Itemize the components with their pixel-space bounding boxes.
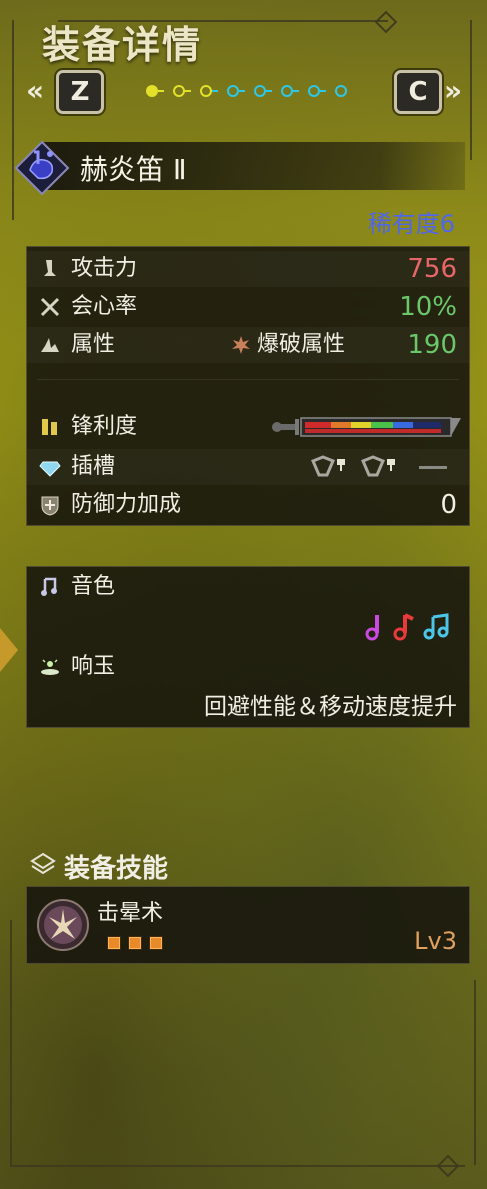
gem-icon <box>39 461 61 477</box>
stat-row-element: 属性 爆破属性 190 <box>27 327 469 363</box>
shield-icon <box>41 496 59 516</box>
skill-pip-2 <box>128 936 142 950</box>
decoration-slot-2-icon <box>361 455 395 477</box>
skill-pips <box>107 935 170 950</box>
sharpness-label: 锋利度 <box>71 414 138 439</box>
skill-pip-3 <box>149 936 163 950</box>
page-dot-2[interactable] <box>173 85 185 97</box>
sharpness-icon <box>42 419 57 435</box>
affinity-label: 会心率 <box>71 294 138 319</box>
weapon-name: 赫炎笛 Ⅱ <box>80 153 187 186</box>
skills-section-label: 装备技能 <box>64 854 169 884</box>
skills-icon <box>30 852 56 875</box>
element-icon <box>41 338 59 352</box>
page-dot-8[interactable] <box>335 85 347 97</box>
frame-line-right <box>470 20 472 160</box>
attack-value: 756 <box>407 254 457 284</box>
melody-row: 音色 <box>27 569 469 605</box>
prev-key-button[interactable]: Z <box>56 70 104 114</box>
note-cyan-icon <box>423 613 449 640</box>
frame-line-right-lower <box>474 980 476 1165</box>
frame-line-left-lower <box>10 920 12 1165</box>
stat-row-slots: 插槽 <box>27 449 469 485</box>
next-key-button[interactable]: C <box>394 70 442 114</box>
frame-corner-ornament <box>374 10 398 34</box>
page-dot-7[interactable] <box>308 85 320 97</box>
skill-name: 击晕术 <box>97 901 164 926</box>
frame-line-bottom <box>10 1165 465 1167</box>
echo-label: 响玉 <box>71 654 116 679</box>
element-value: 190 <box>407 330 457 360</box>
melody-notes <box>357 611 457 645</box>
stat-row-sharpness: 锋利度 <box>27 409 469 445</box>
note-red-icon <box>393 613 414 641</box>
defense-value: 0 <box>440 490 457 520</box>
hunting-horn-icon <box>14 140 70 196</box>
page-dot-6[interactable] <box>281 85 293 97</box>
stat-row-attack: 攻击力 756 <box>27 251 469 287</box>
echo-value: 回避性能＆移动速度提升 <box>204 694 457 720</box>
skill-item[interactable]: 击晕术 Lv3 <box>26 886 470 964</box>
sharpness-gauge <box>271 415 461 439</box>
defense-label: 防御力加成 <box>71 492 182 517</box>
frame-corner-ornament-bottom <box>436 1154 460 1178</box>
page-dot-1[interactable] <box>146 85 158 97</box>
weapon-rarity: 稀有度6 <box>367 210 455 238</box>
melody-icon <box>41 577 57 596</box>
empty-slot-icon <box>419 466 447 469</box>
next-chevron-icon: » <box>444 74 463 107</box>
skill-stun-icon <box>37 899 89 951</box>
blast-icon <box>232 336 250 354</box>
prev-chevron-icon: « <box>26 74 45 107</box>
slots-label: 插槽 <box>71 454 116 479</box>
attack-label: 攻击力 <box>71 256 138 281</box>
element-label: 属性 <box>71 332 116 357</box>
crossed-swords-icon <box>40 297 60 317</box>
page-title: 装备详情 <box>42 23 203 67</box>
horn-panel: 音色 响玉 回避性能＆移动速度提升 <box>26 566 470 728</box>
echo-bubble-icon <box>41 659 59 675</box>
echo-row: 响玉 <box>27 649 469 685</box>
stat-row-defense: 防御力加成 0 <box>27 487 469 523</box>
side-tab-indicator[interactable] <box>0 628 18 672</box>
stat-row-affinity: 会心率 10% <box>27 289 469 325</box>
note-purple-icon <box>365 615 379 641</box>
skill-pip-1 <box>107 936 121 950</box>
decoration-slot-1-icon <box>311 455 345 477</box>
melody-label: 音色 <box>71 574 116 599</box>
element-type: 爆破属性 <box>257 332 346 357</box>
stats-panel: 攻击力 756 会心率 10% 属性 爆破属性 190 锋利度 插槽 防御力加成… <box>26 246 470 526</box>
sword-icon <box>44 260 56 276</box>
page-dot-5[interactable] <box>254 85 266 97</box>
page-dot-3[interactable] <box>200 85 212 97</box>
affinity-value: 10% <box>399 292 457 322</box>
skill-level: Lv3 <box>414 927 457 955</box>
page-dot-4[interactable] <box>227 85 239 97</box>
